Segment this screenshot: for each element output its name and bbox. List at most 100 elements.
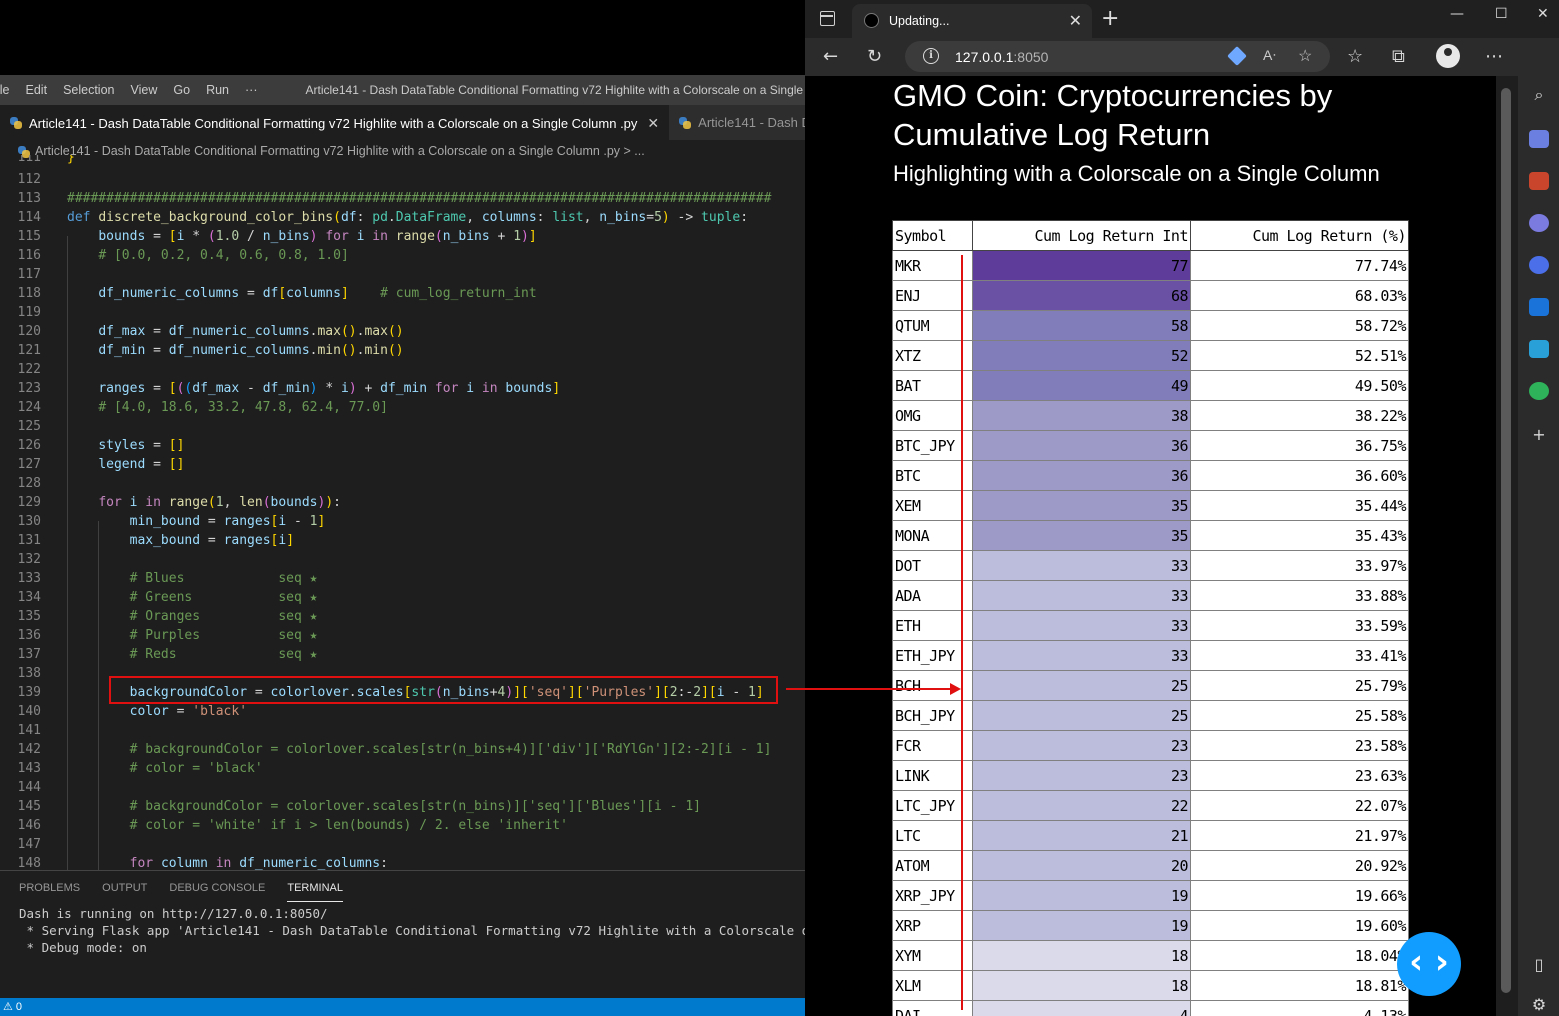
scrollbar-thumb[interactable] <box>1501 88 1511 993</box>
close-icon[interactable]: ✕ <box>1069 11 1082 31</box>
cell-cum-log-return-pct[interactable]: 23.58% <box>1190 730 1409 761</box>
menu-selection[interactable]: Selection <box>55 83 122 97</box>
cell-cum-log-return-pct[interactable]: 23.63% <box>1190 760 1409 791</box>
cell-cum-log-return-pct[interactable]: 18.04% <box>1190 940 1409 971</box>
cell-cum-log-return-pct[interactable]: 58.72% <box>1190 310 1409 341</box>
search-icon[interactable]: ⌕ <box>1529 86 1549 104</box>
cell-cum-log-return-int[interactable]: 22 <box>972 790 1191 821</box>
cell-cum-log-return-int[interactable]: 36 <box>972 460 1191 491</box>
cell-cum-log-return-pct[interactable]: 35.43% <box>1190 520 1409 551</box>
cell-cum-log-return-pct[interactable]: 36.60% <box>1190 460 1409 491</box>
cell-cum-log-return-int[interactable]: 19 <box>972 880 1191 911</box>
cell-cum-log-return-pct[interactable]: 25.79% <box>1190 670 1409 701</box>
cell-cum-log-return-int[interactable]: 23 <box>972 760 1191 791</box>
cell-cum-log-return-pct[interactable]: 4.13% <box>1190 1000 1409 1016</box>
maximize-icon[interactable]: ☐ <box>1495 6 1508 22</box>
cell-cum-log-return-pct[interactable]: 77.74% <box>1190 250 1409 281</box>
cell-cum-log-return-int[interactable]: 25 <box>972 700 1191 731</box>
cell-cum-log-return-int[interactable]: 33 <box>972 640 1191 671</box>
cell-cum-log-return-pct[interactable]: 21.97% <box>1190 820 1409 851</box>
cell-cum-log-return-pct[interactable]: 20.92% <box>1190 850 1409 881</box>
cell-cum-log-return-int[interactable]: 52 <box>972 340 1191 371</box>
cell-cum-log-return-int[interactable]: 33 <box>972 610 1191 641</box>
refresh-icon[interactable]: ↻ <box>867 46 882 67</box>
cell-cum-log-return-int[interactable]: 38 <box>972 400 1191 431</box>
cell-cum-log-return-int[interactable]: 18 <box>972 940 1191 971</box>
cell-cum-log-return-pct[interactable]: 52.51% <box>1190 340 1409 371</box>
menu-file[interactable]: ile <box>0 83 18 97</box>
shopping-icon[interactable] <box>1529 130 1549 148</box>
browser-tab[interactable]: Updating... ✕ <box>852 4 1092 38</box>
favorite-add-icon[interactable]: ☆ <box>1298 46 1312 66</box>
cell-cum-log-return-int[interactable]: 49 <box>972 370 1191 401</box>
minimize-icon[interactable]: — <box>1450 6 1464 22</box>
cell-cum-log-return-int[interactable]: 21 <box>972 820 1191 851</box>
cell-cum-log-return-pct[interactable]: 38.22% <box>1190 400 1409 431</box>
new-tab-icon[interactable]: + <box>1101 6 1119 31</box>
close-window-icon[interactable]: ✕ <box>1537 6 1549 22</box>
cell-cum-log-return-int[interactable]: 33 <box>972 550 1191 581</box>
cell-cum-log-return-pct[interactable]: 33.97% <box>1190 550 1409 581</box>
page-scrollbar[interactable] <box>1496 76 1518 1016</box>
editor-tab-active[interactable]: Article141 - Dash DataTable Conditional … <box>0 105 670 140</box>
office-icon[interactable] <box>1529 256 1549 274</box>
close-icon[interactable]: ✕ <box>647 115 659 132</box>
telegram-icon[interactable] <box>1529 340 1549 358</box>
cell-cum-log-return-pct[interactable]: 68.03% <box>1190 280 1409 311</box>
cell-cum-log-return-pct[interactable]: 35.44% <box>1190 490 1409 521</box>
cell-cum-log-return-int[interactable]: 36 <box>972 430 1191 461</box>
column-header-symbol[interactable]: Symbol <box>892 220 973 251</box>
code-editor[interactable]: 111} 112 113 ############################… <box>0 155 805 870</box>
tab-actions-icon[interactable] <box>820 11 835 26</box>
column-header-cum-log-return-int[interactable]: Cum Log Return Int <box>972 220 1191 251</box>
drop-icon[interactable] <box>1529 382 1549 400</box>
panel-tab-debug-console[interactable]: DEBUG CONSOLE <box>169 875 265 901</box>
menu-more[interactable]: ··· <box>237 83 266 97</box>
outlook-icon[interactable] <box>1529 298 1549 316</box>
cell-cum-log-return-int[interactable]: 19 <box>972 910 1191 941</box>
read-aloud-icon[interactable]: Aᐧ <box>1263 47 1276 64</box>
tools-icon[interactable] <box>1529 172 1549 190</box>
cell-cum-log-return-pct[interactable]: 19.60% <box>1190 910 1409 941</box>
favorites-icon[interactable]: ☆ <box>1347 46 1363 67</box>
cell-cum-log-return-int[interactable]: 20 <box>972 850 1191 881</box>
cell-cum-log-return-pct[interactable]: 33.59% <box>1190 610 1409 641</box>
sidebar-toggle-icon[interactable]: ▯ <box>1529 956 1549 974</box>
cell-cum-log-return-pct[interactable]: 25.58% <box>1190 700 1409 731</box>
games-icon[interactable] <box>1529 214 1549 232</box>
cell-cum-log-return-int[interactable]: 4 <box>972 1000 1191 1016</box>
cell-cum-log-return-int[interactable]: 68 <box>972 280 1191 311</box>
cell-cum-log-return-int[interactable]: 25 <box>972 670 1191 701</box>
cell-cum-log-return-int[interactable]: 77 <box>972 250 1191 281</box>
panel-tab-terminal[interactable]: TERMINAL <box>287 875 343 902</box>
menu-edit[interactable]: Edit <box>18 83 56 97</box>
cell-cum-log-return-pct[interactable]: 18.81% <box>1190 970 1409 1001</box>
cell-cum-log-return-pct[interactable]: 33.41% <box>1190 640 1409 671</box>
panel-tab-problems[interactable]: PROBLEMS <box>19 875 80 901</box>
dash-devtools-button[interactable]: ‹ › <box>1397 932 1461 996</box>
add-icon[interactable]: + <box>1529 426 1549 444</box>
menu-view[interactable]: View <box>123 83 166 97</box>
cell-cum-log-return-pct[interactable]: 36.75% <box>1190 430 1409 461</box>
cell-cum-log-return-int[interactable]: 58 <box>972 310 1191 341</box>
panel-tab-output[interactable]: OUTPUT <box>102 875 147 901</box>
cell-cum-log-return-int[interactable]: 23 <box>972 730 1191 761</box>
profile-avatar[interactable] <box>1436 44 1460 68</box>
cell-cum-log-return-int[interactable]: 33 <box>972 580 1191 611</box>
cell-cum-log-return-pct[interactable]: 33.88% <box>1190 580 1409 611</box>
cell-cum-log-return-pct[interactable]: 19.66% <box>1190 880 1409 911</box>
cell-cum-log-return-pct[interactable]: 49.50% <box>1190 370 1409 401</box>
cell-cum-log-return-int[interactable]: 35 <box>972 520 1191 551</box>
status-problems-count[interactable]: ⚠ 0 <box>3 1001 22 1013</box>
more-icon[interactable]: ⋯ <box>1485 46 1503 67</box>
menu-run[interactable]: Run <box>198 83 237 97</box>
cell-cum-log-return-pct[interactable]: 22.07% <box>1190 790 1409 821</box>
cell-cum-log-return-int[interactable]: 18 <box>972 970 1191 1001</box>
terminal-output[interactable]: Dash is running on http://127.0.0.1:8050… <box>0 905 805 956</box>
tag-icon[interactable] <box>1227 46 1247 66</box>
collections-icon[interactable]: ⧉ <box>1392 46 1405 67</box>
back-icon[interactable]: ← <box>823 46 838 67</box>
column-header-cum-log-return-pct[interactable]: Cum Log Return (%) <box>1190 220 1409 251</box>
editor-tab-inactive[interactable]: Article141 - Dash D <box>669 105 805 140</box>
settings-icon[interactable]: ⚙ <box>1529 996 1549 1014</box>
